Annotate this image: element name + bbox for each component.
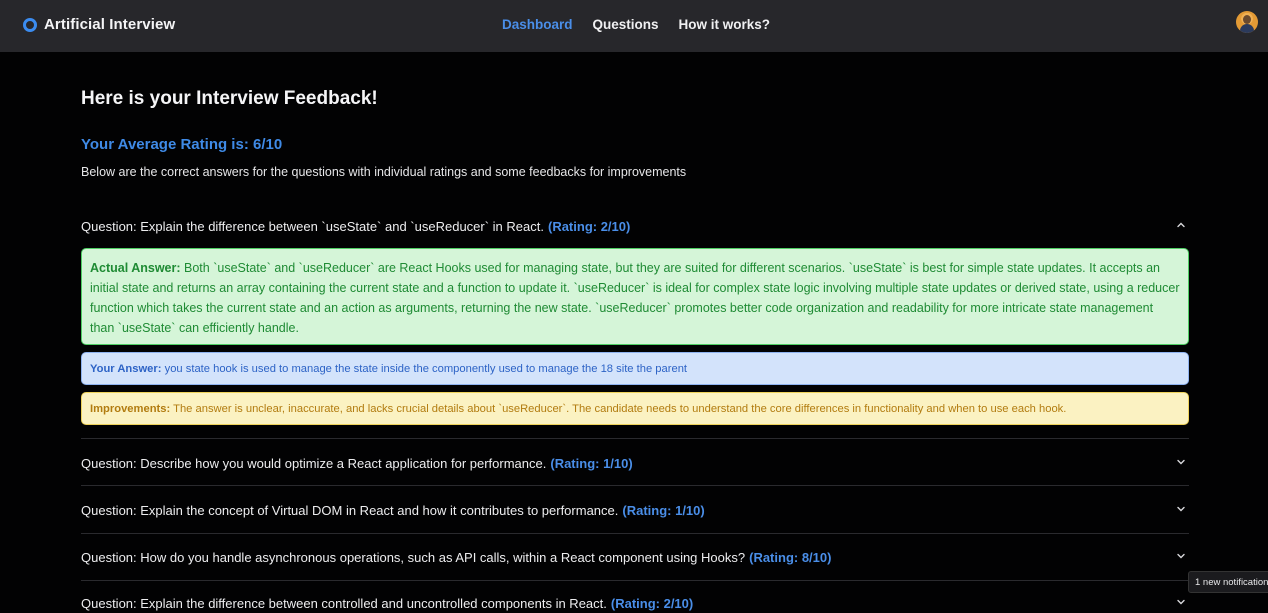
page-title: Here is your Interview Feedback!	[81, 88, 378, 109]
divider	[81, 485, 1189, 486]
divider	[81, 438, 1189, 439]
avatar-body	[1240, 24, 1254, 33]
your-answer-label: Your Answer:	[90, 363, 162, 375]
question-rating: (Rating: 1/10)	[550, 455, 633, 471]
top-navbar: Artificial Interview Dashboard Questions…	[0, 0, 1268, 52]
question-row-5[interactable]: Question: Explain the difference between…	[81, 593, 1189, 613]
chevron-down-icon[interactable]	[1175, 596, 1187, 608]
main-nav: Dashboard Questions How it works?	[502, 17, 770, 32]
nav-questions[interactable]: Questions	[593, 17, 659, 32]
chevron-down-icon[interactable]	[1175, 503, 1187, 515]
question-row-2[interactable]: Question: Describe how you would optimiz…	[81, 453, 1189, 473]
chevron-down-icon[interactable]	[1175, 550, 1187, 562]
nav-how-it-works[interactable]: How it works?	[679, 17, 771, 32]
nav-dashboard[interactable]: Dashboard	[502, 17, 573, 32]
question-rating: (Rating: 1/10)	[622, 502, 705, 518]
avatar-head	[1243, 15, 1251, 24]
intro-text: Below are the correct answers for the qu…	[81, 165, 687, 179]
ring-logo-icon	[23, 17, 37, 32]
avatar[interactable]	[1236, 11, 1258, 33]
actual-answer-box: Actual Answer: Both `useState` and `useR…	[81, 248, 1189, 345]
actual-answer-label: Actual Answer:	[90, 261, 181, 275]
brand-name: Artificial Interview	[44, 16, 176, 33]
question-rating: (Rating: 8/10)	[749, 549, 832, 565]
question-text: Question: Explain the difference between…	[81, 218, 544, 234]
question-row-3[interactable]: Question: Explain the concept of Virtual…	[81, 500, 1189, 520]
brand[interactable]: Artificial Interview	[23, 16, 175, 33]
divider	[81, 533, 1189, 534]
your-answer-text: you state hook is used to manage the sta…	[164, 363, 688, 375]
improvements-label: Improvements:	[90, 403, 171, 415]
question-text: Question: Explain the difference between…	[81, 595, 607, 611]
question-row-1[interactable]: Question: Explain the difference between…	[81, 216, 1189, 236]
question-rating: (Rating: 2/10)	[610, 595, 694, 611]
notification-toast[interactable]: 1 new notification	[1188, 571, 1268, 593]
average-rating: Your Average Rating is: 6/10	[81, 136, 283, 153]
chevron-down-icon[interactable]	[1175, 456, 1187, 468]
actual-answer-text: Both `useState` and `useReducer` are Rea…	[90, 261, 1180, 335]
your-answer-box: Your Answer: you state hook is used to m…	[81, 352, 1189, 385]
question-text: Question: Describe how you would optimiz…	[81, 455, 547, 471]
question-text: Question: Explain the concept of Virtual…	[81, 502, 619, 518]
divider	[81, 580, 1189, 581]
question-row-4[interactable]: Question: How do you handle asynchronous…	[81, 547, 1189, 567]
chevron-up-icon[interactable]	[1175, 219, 1187, 231]
improvements-text: The answer is unclear, inaccurate, and l…	[173, 403, 1067, 415]
question-text: Question: How do you handle asynchronous…	[81, 549, 746, 565]
improvements-box: Improvements: The answer is unclear, ina…	[81, 392, 1189, 425]
question-rating: (Rating: 2/10)	[547, 218, 631, 234]
